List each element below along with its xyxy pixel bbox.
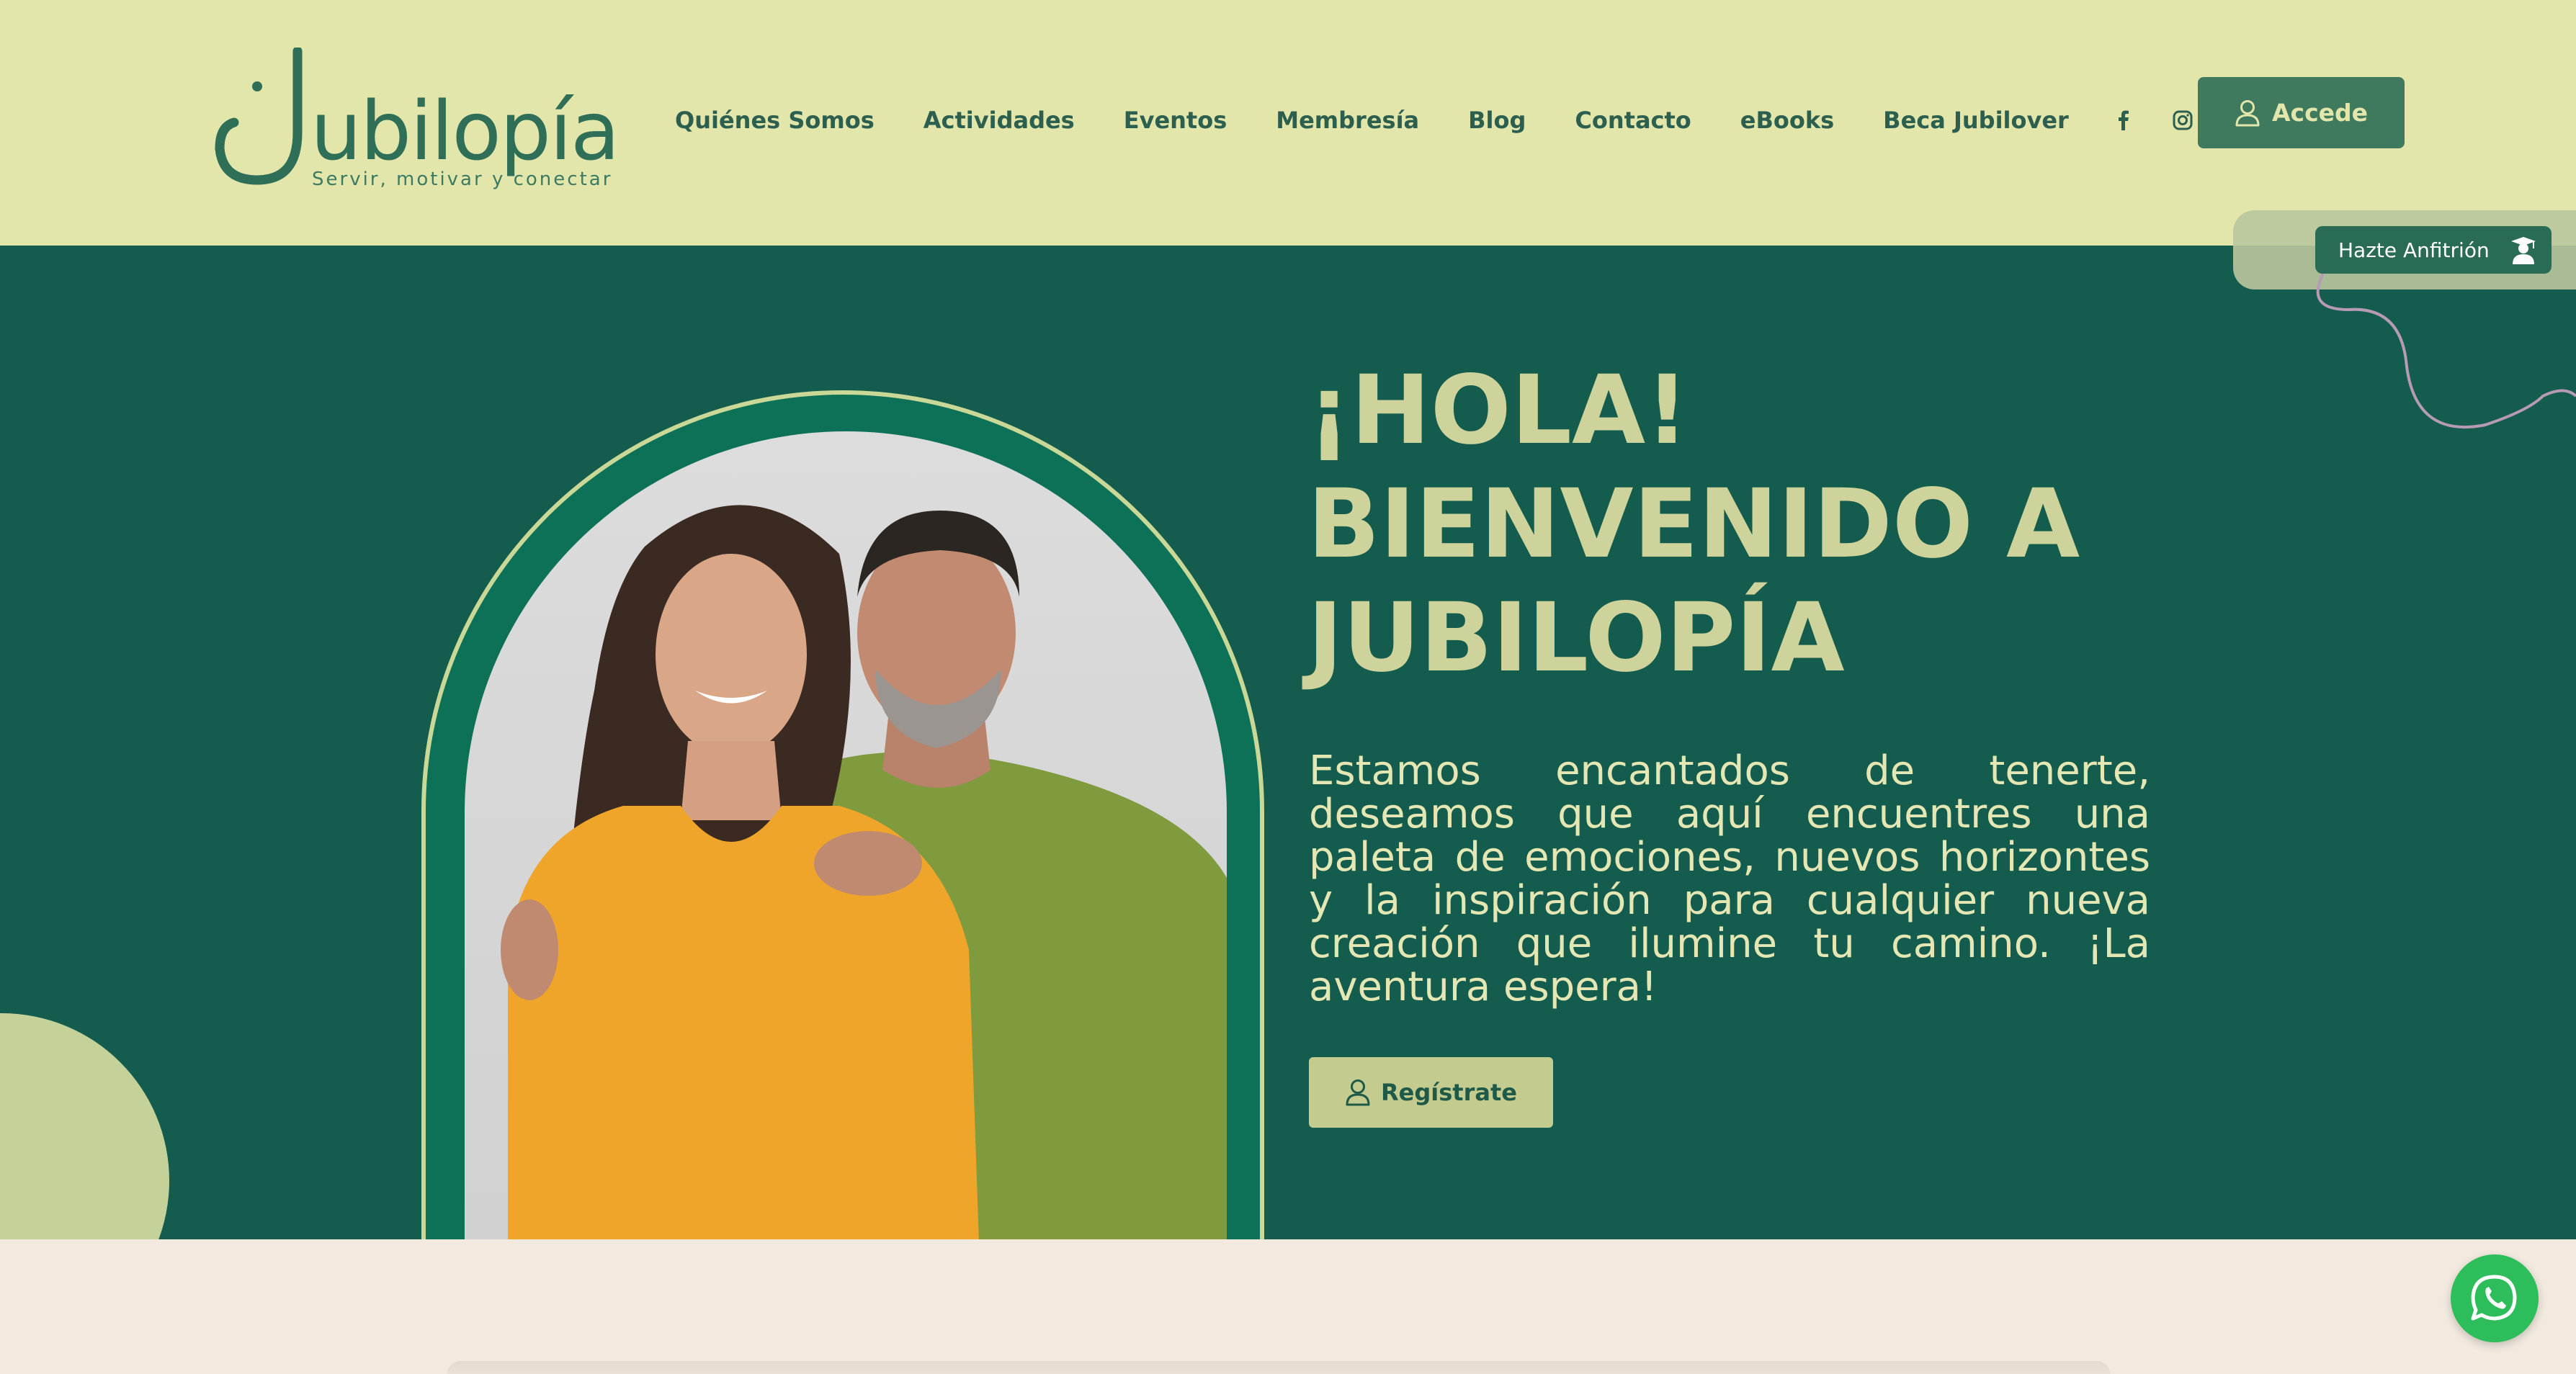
couple-image bbox=[501, 505, 1227, 1239]
nav-beca-jubilover[interactable]: Beca Jubilover bbox=[1883, 107, 2069, 134]
register-button[interactable]: Regístrate bbox=[1309, 1057, 1553, 1128]
register-label: Regístrate bbox=[1381, 1079, 1517, 1106]
user-icon bbox=[1346, 1079, 1370, 1106]
hero-description: Estamos encantados de tenerte, deseamos … bbox=[1309, 747, 2150, 1010]
user-icon bbox=[2235, 99, 2260, 126]
nav-eventos[interactable]: Eventos bbox=[1124, 107, 1227, 134]
nav-contacto[interactable]: Contacto bbox=[1575, 107, 1691, 134]
facebook-icon[interactable] bbox=[2118, 110, 2129, 130]
nav-actividades[interactable]: Actividades bbox=[923, 107, 1075, 134]
hero-title-line1: ¡HOLA! bbox=[1307, 355, 1689, 466]
main-nav: Quiénes Somos Actividades Eventos Membre… bbox=[675, 103, 2236, 138]
logo[interactable]: ubilopía Servir, motivar y conectar bbox=[213, 48, 620, 199]
hero-section: ¡HOLA! BIENVENIDO A JUBILOPÍA Estamos en… bbox=[0, 246, 2576, 1239]
hero-title-line2: BIENVENIDO A bbox=[1307, 469, 2080, 580]
logo-tagline: Servir, motivar y conectar bbox=[312, 169, 613, 190]
become-host-label: Hazte Anfitrión bbox=[2338, 238, 2490, 262]
nav-ebooks[interactable]: eBooks bbox=[1740, 107, 1834, 134]
login-button[interactable]: Accede bbox=[2198, 77, 2405, 148]
content-card-shadow bbox=[447, 1361, 2111, 1374]
login-label: Accede bbox=[2271, 99, 2369, 127]
hero-title-line3: JUBILOPÍA bbox=[1307, 583, 1845, 693]
whatsapp-icon bbox=[2471, 1275, 2517, 1321]
hero-photo bbox=[465, 431, 1227, 1239]
host-icon bbox=[2511, 237, 2536, 264]
whatsapp-button[interactable] bbox=[2451, 1254, 2539, 1342]
logo-wordmark: ubilopía bbox=[310, 85, 620, 179]
nav-membresia[interactable]: Membresía bbox=[1276, 107, 1419, 134]
become-host-button[interactable]: Hazte Anfitrión bbox=[2315, 226, 2552, 274]
nav-blog[interactable]: Blog bbox=[1468, 107, 1526, 134]
instagram-icon[interactable] bbox=[2173, 110, 2193, 130]
hero-title: ¡HOLA! BIENVENIDO A JUBILOPÍA bbox=[1307, 354, 2172, 695]
decorative-blob bbox=[0, 1013, 169, 1239]
site-header: ubilopía Servir, motivar y conectar Quié… bbox=[0, 0, 2576, 246]
logo-smile-icon bbox=[215, 48, 303, 185]
decorative-squiggle bbox=[2316, 273, 2576, 429]
nav-quienes-somos[interactable]: Quiénes Somos bbox=[675, 107, 875, 134]
